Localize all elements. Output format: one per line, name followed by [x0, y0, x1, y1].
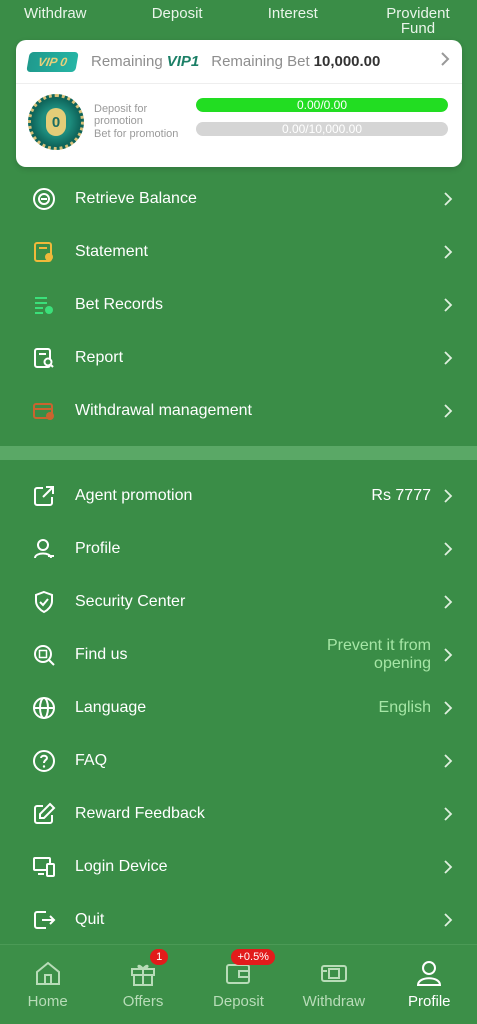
next-vip-level: VIP1	[166, 53, 200, 70]
nav-home[interactable]: Home	[3, 957, 93, 1010]
nav-label: Offers	[122, 993, 164, 1010]
chevron-right-icon	[444, 806, 453, 821]
top-tabs: Withdraw Deposit Interest Provident Fund	[0, 0, 477, 40]
vip-medal-icon: 0	[28, 94, 84, 150]
remaining-label: Remaining	[91, 53, 163, 70]
top-tab-provident-fund[interactable]: Provident Fund	[383, 6, 453, 40]
agent-promotion-value: Rs 7777	[371, 486, 431, 504]
nav-label: Profile	[407, 993, 451, 1010]
menu-profile[interactable]: Profile	[0, 522, 477, 575]
chevron-right-icon	[444, 700, 453, 715]
section-divider	[0, 446, 477, 460]
menu-label: Reward Feedback	[75, 804, 205, 822]
medal-level: 0	[46, 108, 66, 136]
find-us-value-line2: opening	[374, 654, 431, 672]
menu-label: Quit	[75, 910, 105, 928]
vip-badge: VIP 0	[26, 51, 79, 72]
top-tab-deposit[interactable]: Deposit	[152, 6, 203, 40]
menu-label: Find us	[75, 645, 128, 663]
bottom-navigation: Home 1 Offers +0.5% Deposit Withdraw Pro…	[0, 944, 477, 1024]
home-icon	[32, 957, 64, 989]
user-icon	[30, 535, 58, 563]
nav-deposit[interactable]: +0.5% Deposit	[193, 949, 283, 1010]
menu-label: Security Center	[75, 592, 186, 610]
menu-label: Bet Records	[75, 295, 164, 313]
deposit-promotion-label: Deposit for promotion	[94, 103, 148, 127]
nav-label: Deposit	[213, 993, 264, 1010]
menu-security-center[interactable]: Security Center	[0, 575, 477, 628]
menu-bet-records[interactable]: Bet Records	[0, 278, 477, 331]
menu-statement[interactable]: Statement	[0, 225, 477, 278]
withdraw-icon	[318, 957, 350, 989]
question-icon	[30, 747, 58, 775]
deposit-progress-bar: 0.00/0.00	[196, 98, 448, 112]
chevron-right-icon	[444, 488, 453, 503]
chevron-right-icon[interactable]	[440, 50, 450, 73]
top-tab-interest[interactable]: Interest	[268, 6, 318, 40]
menu-reward-feedback[interactable]: Reward Feedback	[0, 787, 477, 840]
edit-icon	[30, 800, 58, 828]
nav-offers[interactable]: 1 Offers	[98, 949, 188, 1010]
chevron-right-icon	[444, 541, 453, 556]
find-us-value: Prevent it from opening	[327, 637, 431, 673]
share-icon	[30, 482, 58, 510]
devices-icon	[30, 853, 58, 881]
retrieve-balance-icon	[30, 185, 58, 213]
chevron-right-icon	[444, 859, 453, 874]
menu-label: Retrieve Balance	[75, 189, 197, 207]
language-value: English	[378, 698, 431, 716]
bet-progress-text: 0.00/10,000.00	[281, 122, 363, 136]
menu-faq[interactable]: FAQ	[0, 734, 477, 787]
nav-label: Withdraw	[302, 993, 366, 1010]
menu-login-device[interactable]: Login Device	[0, 840, 477, 893]
vip-card[interactable]: VIP 0 Remaining VIP1 Remaining Bet 10,00…	[16, 40, 462, 167]
menu-report[interactable]: Report	[0, 331, 477, 384]
chevron-right-icon	[444, 647, 453, 662]
remaining-bet-value: 10,000.00	[313, 53, 381, 70]
menu-withdrawal-management[interactable]: Withdrawal management	[0, 384, 477, 437]
profile-icon	[413, 957, 445, 989]
menu-language[interactable]: Language English	[0, 681, 477, 734]
report-icon	[30, 344, 58, 372]
chevron-right-icon	[444, 594, 453, 609]
offers-badge: 1	[150, 949, 169, 965]
menu-find-us[interactable]: Find us Prevent it from opening	[0, 628, 477, 681]
chevron-right-icon	[444, 403, 453, 418]
menu-label: Statement	[75, 242, 148, 260]
bet-progress-bar: 0.00/10,000.00	[196, 122, 448, 136]
menu-agent-promotion[interactable]: Agent promotion Rs 7777	[0, 469, 477, 522]
logout-icon	[30, 906, 58, 934]
menu-label: Report	[75, 348, 124, 366]
nav-profile[interactable]: Profile	[384, 957, 474, 1010]
deposit-badge: +0.5%	[231, 949, 275, 965]
vip-header[interactable]: VIP 0 Remaining VIP1 Remaining Bet 10,00…	[16, 40, 462, 84]
chevron-right-icon	[444, 244, 453, 259]
nav-withdraw[interactable]: Withdraw	[289, 957, 379, 1010]
find-us-value-line1: Prevent it from	[326, 636, 431, 654]
menu-label: Agent promotion	[75, 486, 193, 504]
top-tab-withdraw[interactable]: Withdraw	[24, 6, 87, 40]
shield-icon	[30, 588, 58, 616]
remaining-bet-label: Remaining Bet	[211, 53, 310, 70]
menu-label: Language	[75, 698, 147, 716]
chevron-right-icon	[444, 350, 453, 365]
nav-label: Home	[27, 993, 68, 1010]
menu-label: Login Device	[75, 857, 168, 875]
find-icon	[30, 641, 58, 669]
bet-promotion-label: Bet for promotion	[94, 128, 179, 140]
bet-records-icon	[30, 291, 58, 319]
chevron-right-icon	[444, 912, 453, 927]
menu-label: Profile	[75, 539, 121, 557]
statement-icon	[30, 238, 58, 266]
menu-quit[interactable]: Quit	[0, 893, 477, 946]
deposit-progress-text: 0.00/0.00	[296, 98, 348, 112]
menu-retrieve-balance[interactable]: Retrieve Balance	[0, 172, 477, 225]
withdrawal-management-icon	[30, 397, 58, 425]
menu-label: Withdrawal management	[75, 401, 252, 419]
chevron-right-icon	[444, 297, 453, 312]
globe-icon	[30, 694, 58, 722]
chevron-right-icon	[444, 753, 453, 768]
chevron-right-icon	[444, 191, 453, 206]
menu-label: FAQ	[75, 751, 108, 769]
